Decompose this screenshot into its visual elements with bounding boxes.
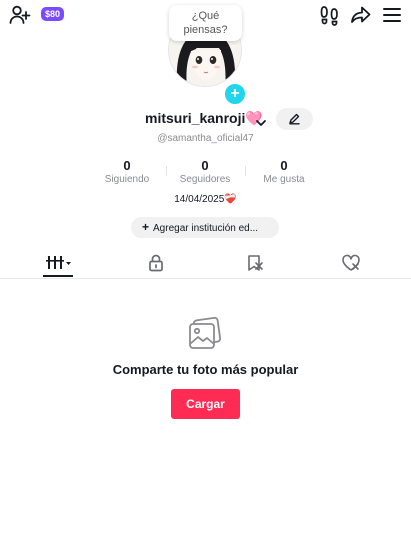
note-bubble-line1: ¿Qué — [191, 10, 220, 22]
plus-icon: + — [142, 220, 150, 234]
note-bubble-line2: piensas? — [183, 24, 228, 36]
add-institution-label: Agregar institución ed... — [153, 223, 259, 234]
coin-badge-label: $80 — [45, 9, 61, 19]
active-tab-indicator — [43, 275, 73, 277]
tab-private[interactable] — [141, 250, 171, 276]
footprints-icon[interactable] — [319, 4, 341, 26]
stat-likes-label: Me gusta — [263, 174, 305, 185]
stat-followers[interactable]: 0 Seguidores — [165, 158, 245, 187]
chevron-down-icon[interactable] — [255, 115, 267, 133]
profile-bio: 14/04/2025❤️‍🩹 — [174, 194, 237, 205]
upload-button[interactable]: Cargar — [171, 389, 240, 419]
note-bubble[interactable]: ¿Qué piensas? — [169, 5, 242, 41]
tab-videos[interactable] — [43, 250, 73, 276]
stat-following[interactable]: 0 Siguiendo — [87, 158, 167, 187]
bookmark-icon — [248, 255, 263, 271]
pencil-icon — [289, 113, 300, 125]
stat-following-label: Siguiendo — [104, 174, 150, 185]
profile-tabs — [0, 250, 411, 278]
add-institution-button[interactable]: + Agregar institución ed... — [131, 217, 279, 238]
username[interactable]: mitsuri_kanroji🩷 — [145, 110, 263, 127]
stat-followers-value: 0 — [201, 158, 209, 173]
share-arrow-icon[interactable] — [350, 4, 372, 26]
tab-liked[interactable] — [336, 250, 366, 276]
stat-likes-value: 0 — [280, 158, 288, 173]
empty-state-title: Comparte tu foto más popular — [112, 362, 299, 377]
tabs-divider — [0, 278, 411, 279]
stat-following-value: 0 — [123, 158, 131, 173]
grid-icon — [46, 256, 71, 269]
add-avatar-button[interactable]: + — [223, 82, 247, 106]
edit-profile-button[interactable] — [276, 108, 313, 130]
coin-badge[interactable]: $80 — [41, 7, 65, 21]
liked-heart-icon — [342, 254, 360, 271]
stat-followers-label: Seguidores — [179, 174, 231, 185]
tab-saved[interactable] — [240, 250, 270, 276]
profile-handle: @samantha_oficial47 — [157, 133, 254, 144]
hamburger-menu-icon[interactable] — [381, 4, 403, 26]
stat-likes[interactable]: 0 Me gusta — [244, 158, 324, 187]
lock-icon — [149, 254, 163, 272]
photo-stack-icon — [186, 316, 224, 357]
add-friend-icon[interactable] — [9, 4, 31, 26]
